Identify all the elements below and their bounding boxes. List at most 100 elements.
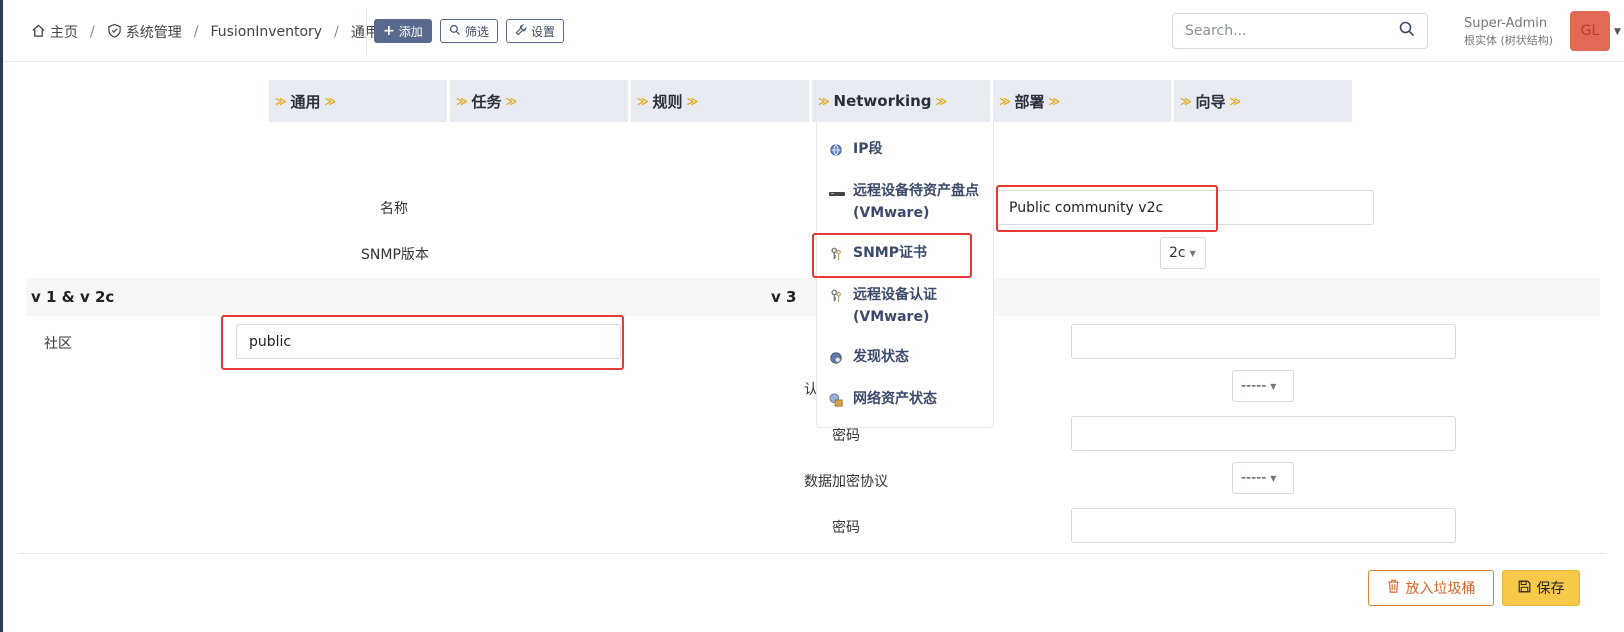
tab-label: 向导 [1195, 92, 1226, 111]
encryption-password-label: 密码 [832, 520, 860, 536]
chevron-down-icon: ≫ [686, 94, 699, 108]
chevron-down-icon: ≫ [456, 94, 468, 108]
encryption-protocol-label: 数据加密协议 [804, 474, 888, 490]
trash-button[interactable]: 放入垃圾桶 [1368, 570, 1494, 606]
tab-rules[interactable]: ≫ 规则 ≫ [631, 80, 809, 122]
tab-label: Networking [833, 92, 932, 110]
chevron-down-icon: ▼ [1270, 381, 1277, 391]
discovery-icon [829, 350, 843, 364]
plus-icon: + [383, 23, 395, 39]
tab-label: 规则 [652, 92, 683, 111]
trash-button-label: 放入垃圾桶 [1405, 581, 1476, 597]
keys-icon [829, 288, 843, 303]
snmp-version-value: 2c [1169, 245, 1186, 261]
search-placeholder: Search... [1185, 23, 1247, 39]
tab-general[interactable]: ≫ 通用 ≫ [269, 80, 447, 122]
community-label: 社区 [44, 336, 72, 352]
chevron-down-icon: ▼ [1270, 473, 1277, 483]
shield-icon [107, 23, 122, 42]
breadcrumb-home[interactable]: 主页 [31, 22, 78, 42]
filter-button[interactable]: 筛选 [440, 19, 499, 43]
search-icon [449, 24, 461, 39]
save-button[interactable]: 保存 [1502, 570, 1580, 606]
menu-item-vmware-auth[interactable]: 远程设备认证 (VMware) [829, 284, 985, 328]
auth-password-label: 密码 [832, 428, 860, 444]
tab-networking[interactable]: ≫ Networking ≫ [812, 80, 990, 122]
chevron-down-icon: ≫ [1048, 94, 1061, 108]
breadcrumb-home-label: 主页 [50, 25, 78, 41]
snmp-version-select[interactable]: 2c ▼ [1160, 237, 1206, 269]
header-divider [366, 8, 367, 54]
chevron-down-icon: ≫ [1229, 94, 1242, 108]
highlight-box [812, 233, 972, 278]
tab-deploy[interactable]: ≫ 部署 ≫ [993, 80, 1171, 122]
menu-item-label: 网络资产状态 [853, 391, 937, 407]
breadcrumb-separator: / [90, 24, 95, 40]
highlight-box [221, 315, 624, 370]
add-button[interactable]: + 添加 [374, 19, 432, 43]
section-v1v2c-title: v 1 & v 2c [31, 288, 115, 306]
v3-username-field[interactable] [1071, 324, 1456, 359]
tab-label: 通用 [290, 92, 321, 111]
breadcrumb-plugin[interactable]: FusionInventory [210, 24, 322, 40]
left-rail [0, 0, 3, 632]
trash-icon [1387, 579, 1400, 597]
name-label: 名称 [380, 201, 408, 217]
highlight-box [996, 185, 1218, 232]
footer-divider [18, 553, 1606, 554]
menu-item-label: 远程设备认证 (VMware) [853, 287, 937, 325]
wrench-icon [515, 24, 527, 39]
tab-tasks[interactable]: ≫ 任务 ≫ [450, 80, 628, 122]
auth-password-field[interactable] [1071, 416, 1456, 451]
encryption-protocol-select[interactable]: ----- ▼ [1232, 462, 1294, 494]
globe-icon [829, 142, 843, 156]
breadcrumb-separator: / [334, 24, 339, 40]
encryption-password-field[interactable] [1071, 508, 1456, 543]
menu-item-label: IP段 [853, 141, 883, 157]
tab-label: 任务 [471, 92, 502, 111]
inventory-icon [829, 392, 843, 407]
save-button-label: 保存 [1536, 581, 1565, 597]
snmp-version-label: SNMP版本 [361, 247, 429, 263]
menu-item-vmware-inventory[interactable]: 远程设备待资产盘点 (VMware) [829, 180, 985, 224]
search-icon[interactable] [1399, 21, 1415, 41]
tab-wizard[interactable]: ≫ 向导 ≫ [1174, 80, 1352, 122]
chevron-down-icon: ≫ [1180, 94, 1192, 108]
breadcrumb-separator: / [193, 24, 199, 40]
add-button-label: 添加 [398, 24, 423, 39]
chevron-down-icon: ≫ [818, 94, 830, 108]
chevron-down-icon: ≫ [999, 94, 1011, 108]
settings-button-label: 设置 [531, 24, 556, 39]
avatar[interactable]: GL [1570, 11, 1610, 51]
user-entity: 根实体 (树状结构) [1464, 34, 1554, 47]
tab-bar: ≫ 通用 ≫ ≫ 任务 ≫ ≫ 规则 ≫ ≫ Networking ≫ ≫ 部署… [269, 80, 1355, 122]
encryption-protocol-value: ----- [1241, 470, 1267, 486]
device-icon [829, 184, 845, 198]
save-icon [1518, 580, 1531, 597]
menu-item-network-inventory-status[interactable]: 网络资产状态 [829, 388, 985, 410]
user-info[interactable]: Super-Admin 根实体 (树状结构) [1464, 16, 1553, 48]
menu-item-ip-range[interactable]: IP段 [829, 138, 985, 160]
tab-label: 部署 [1014, 92, 1045, 111]
section-v3-title: v 3 [771, 288, 797, 306]
breadcrumb-admin[interactable]: 系统管理 [107, 22, 182, 42]
chevron-down-icon: ≫ [505, 94, 518, 108]
settings-button[interactable]: 设置 [506, 19, 565, 43]
chevron-down-icon[interactable]: ▼ [1614, 27, 1621, 37]
menu-item-label: 远程设备待资产盘点 (VMware) [853, 183, 979, 221]
menu-item-label: 发现状态 [853, 349, 909, 365]
section-bar [26, 278, 1600, 316]
auth-protocol-value: ----- [1241, 378, 1267, 394]
menu-item-discovery-status[interactable]: 发现状态 [829, 346, 985, 368]
chevron-down-icon: ≫ [935, 94, 948, 108]
home-icon [31, 23, 46, 42]
chevron-down-icon: ▼ [1189, 248, 1196, 258]
breadcrumb: 主页 / 系统管理 / FusionInventory / 通用 [31, 22, 379, 42]
auth-protocol-select[interactable]: ----- ▼ [1232, 370, 1294, 402]
search-input[interactable]: Search... [1172, 13, 1428, 49]
chevron-down-icon: ≫ [637, 94, 649, 108]
user-name: Super-Admin [1464, 16, 1548, 31]
filter-button-label: 筛选 [465, 24, 490, 39]
chevron-down-icon: ≫ [275, 94, 287, 108]
breadcrumb-admin-label: 系统管理 [125, 25, 182, 41]
